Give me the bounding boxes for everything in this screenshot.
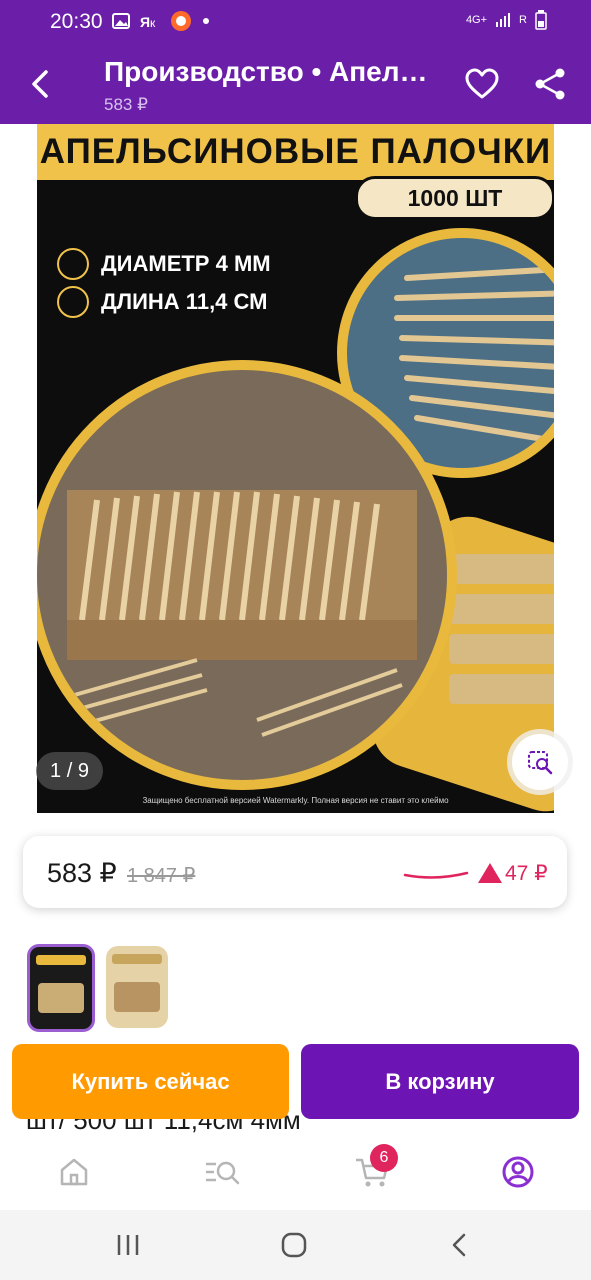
system-nav-bar xyxy=(0,1210,591,1280)
home-icon[interactable] xyxy=(54,1152,94,1192)
yandex-icon: Як xyxy=(140,14,156,29)
stick-tip-decor xyxy=(449,594,554,624)
home-button-icon[interactable] xyxy=(276,1230,312,1260)
image-search-button[interactable] xyxy=(512,734,568,790)
cart-badge: 6 xyxy=(370,1144,398,1172)
svg-text:Я: Я xyxy=(140,14,150,29)
back-button-icon[interactable] xyxy=(442,1230,478,1260)
sticks-box-image xyxy=(37,360,457,790)
signal-r-icon: R xyxy=(519,14,527,26)
count-pill: 1000 ШТ xyxy=(355,176,554,220)
page-subtitle-price: 583 ₽ xyxy=(104,95,148,114)
price-up-arrow-icon xyxy=(478,863,502,883)
product-image-gallery[interactable]: АПЕЛЬСИНОВЫЕ ПАЛОЧКИ 1000 ШТ ДИАМЕТР 4 М… xyxy=(37,124,554,813)
thumbnail-banner xyxy=(112,954,162,964)
spec-length-text: ДЛИНА 11,4 СМ xyxy=(101,289,268,314)
price-old: 1 847 ₽ xyxy=(127,865,196,887)
price-diff: 47 ₽ xyxy=(505,862,548,885)
heart-icon[interactable] xyxy=(464,66,500,102)
price-current: 583 ₽ xyxy=(47,858,117,888)
status-icons-left: Як xyxy=(112,10,210,32)
thumbnail-2[interactable] xyxy=(106,946,168,1028)
price-card[interactable]: 583 ₽ 1 847 ₽ 47 ₽ xyxy=(23,836,567,908)
spec-diameter: ДИАМЕТР 4 ММ xyxy=(57,248,271,280)
stick-tip-decor xyxy=(449,674,554,704)
status-icons-right: 4G+ R xyxy=(466,10,547,30)
svg-text:к: к xyxy=(150,16,156,29)
battery-icon xyxy=(535,10,547,30)
buy-now-button[interactable]: Купить сейчас xyxy=(12,1044,289,1119)
price-trend-line xyxy=(403,871,469,879)
dot-icon xyxy=(203,18,209,24)
share-icon[interactable] xyxy=(532,66,568,102)
signal-icon xyxy=(496,13,511,27)
watermark-footnote: Защищено бесплатной версией Watermarkly.… xyxy=(142,796,449,805)
image-icon xyxy=(112,13,130,29)
bottom-nav xyxy=(0,1134,591,1210)
profile-icon[interactable] xyxy=(498,1152,538,1192)
banner-title: АПЕЛЬСИНОВЫЕ ПАЛОЧКИ xyxy=(39,132,552,171)
thumbnail-1[interactable] xyxy=(27,944,95,1032)
back-arrow-icon[interactable] xyxy=(22,64,62,104)
catalog-search-icon[interactable] xyxy=(202,1152,242,1192)
recent-apps-icon[interactable] xyxy=(110,1230,146,1260)
thumbnail-box xyxy=(38,983,84,1013)
status-time: 20:30 xyxy=(50,10,103,33)
gallery-banner: АПЕЛЬСИНОВЫЕ ПАЛОЧКИ xyxy=(37,124,554,180)
add-to-cart-button[interactable]: В корзину xyxy=(301,1044,579,1119)
network-4g-icon: 4G+ xyxy=(465,14,488,26)
stick-tip-decor xyxy=(449,554,554,584)
spec-diameter-text: ДИАМЕТР 4 ММ xyxy=(101,251,271,276)
page-title: Производство • Апел… xyxy=(104,56,428,87)
image-search-icon xyxy=(528,751,553,775)
app-bar: Производство • Апел… 583 ₽ xyxy=(0,44,591,124)
status-bar: 20:30 Як 4G+ R xyxy=(0,0,591,44)
thumbnail-box xyxy=(114,982,160,1012)
page-indicator: 1 / 9 xyxy=(36,752,103,790)
diameter-icon xyxy=(57,248,89,280)
spec-length: ДЛИНА 11,4 СМ xyxy=(57,286,267,318)
length-icon xyxy=(57,286,89,318)
app-icon xyxy=(171,11,191,31)
thumbnail-banner xyxy=(36,955,86,965)
stick-tip-decor xyxy=(449,634,554,664)
